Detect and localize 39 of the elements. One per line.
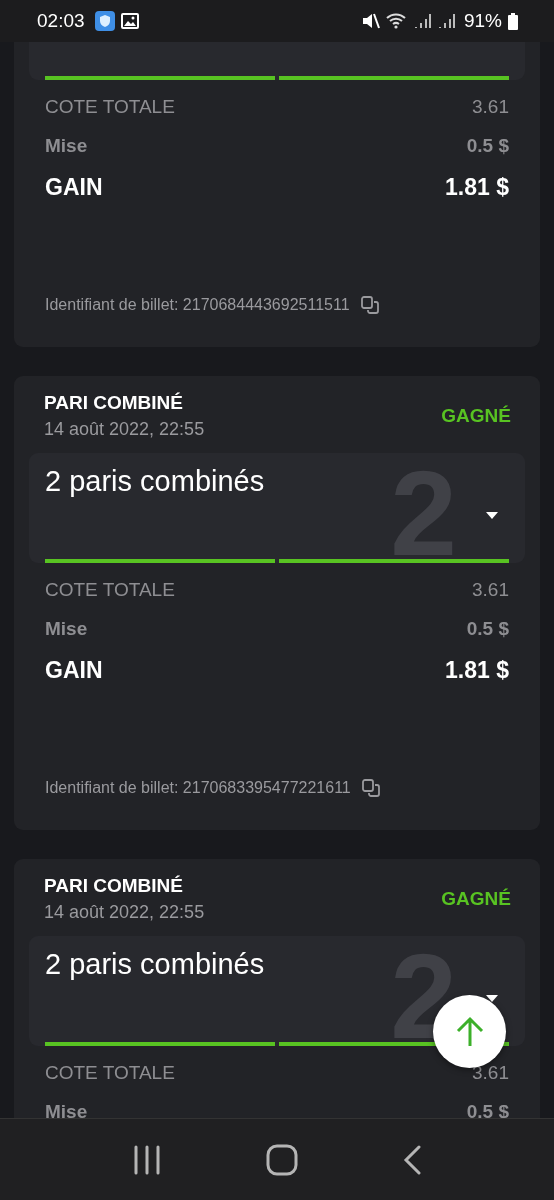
legs-summary: 2 paris combinés	[45, 947, 266, 982]
stake-value: 0.5 $	[466, 135, 509, 157]
stake-value: 0.5 $	[466, 618, 509, 640]
battery-icon	[508, 12, 518, 30]
shield-app-icon	[94, 11, 115, 31]
gain-value: 1.81 $	[445, 174, 509, 200]
bet-status: GAGNÉ	[441, 405, 511, 427]
stake-label: Mise	[45, 618, 88, 640]
stake-label: Mise	[45, 135, 88, 157]
copy-icon[interactable]	[359, 295, 380, 315]
total-odds-value: 3.61	[472, 1062, 509, 1084]
signal-icon	[437, 12, 456, 30]
caret-icon[interactable]	[485, 994, 499, 1003]
copy-icon[interactable]	[360, 778, 381, 798]
stake-label: Mise	[45, 1101, 88, 1118]
wifi-icon	[385, 12, 408, 30]
gain-value: 1.81 $	[445, 657, 509, 683]
bet-type: PARI COMBINÉ	[44, 875, 184, 897]
ticket-id: Identifiant de billet: 2170683395477221611	[45, 778, 351, 798]
battery-percentage: 91%	[463, 10, 502, 32]
signal-icon	[413, 12, 432, 30]
total-odds-value: 3.61	[472, 579, 509, 601]
bet-type: PARI COMBINÉ	[44, 392, 184, 414]
clock: 02:03	[37, 10, 85, 32]
gain-label: GAIN	[45, 657, 103, 683]
total-odds-label: COTE TOTALE	[45, 96, 175, 118]
bet-status: GAGNÉ	[441, 888, 511, 910]
image-icon	[120, 13, 139, 29]
bet-date: 14 août 2022, 22:55	[44, 418, 205, 440]
caret-icon[interactable]	[485, 511, 499, 520]
home-icon[interactable]	[266, 1143, 298, 1176]
gain-label: GAIN	[45, 174, 103, 200]
total-odds-label: COTE TOTALE	[45, 579, 175, 601]
ticket-id: Identifiant de billet: 2170684443692511511	[45, 295, 350, 315]
legs-summary: 2 paris combinés	[45, 464, 266, 499]
total-odds-value: 3.61	[472, 96, 509, 118]
bet-date: 14 août 2022, 22:55	[44, 901, 205, 923]
total-odds-label: COTE TOTALE	[45, 1062, 175, 1084]
mute-icon	[361, 12, 380, 30]
